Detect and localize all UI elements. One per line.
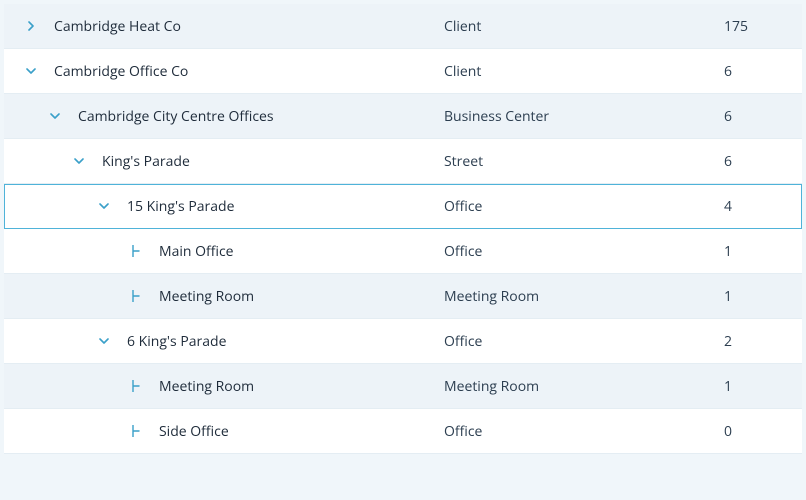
tree-row[interactable]: Meeting RoomMeeting Room1 bbox=[4, 364, 802, 409]
row-name: Cambridge Heat Co bbox=[54, 17, 181, 36]
row-name: Main Office bbox=[159, 242, 234, 261]
tree-cell-name: 15 King's Parade bbox=[4, 197, 444, 216]
row-type: Office bbox=[444, 197, 724, 216]
tree-cell-name: 6 King's Parade bbox=[4, 332, 444, 351]
row-count: 6 bbox=[724, 62, 802, 81]
row-type: Business Center bbox=[444, 107, 724, 126]
tree-row[interactable]: Cambridge Office Co Client6 bbox=[4, 49, 802, 94]
tree-row[interactable]: Main Office Office1 bbox=[4, 229, 802, 274]
tree-row[interactable]: Meeting RoomMeeting Room1 bbox=[4, 274, 802, 319]
chevron-down-icon[interactable] bbox=[97, 334, 111, 348]
chevron-down-icon[interactable] bbox=[72, 154, 86, 168]
row-name: Cambridge City Centre Offices bbox=[78, 107, 274, 126]
row-type: Meeting Room bbox=[444, 287, 724, 306]
tree-row[interactable]: 6 King's Parade Office2 bbox=[4, 319, 802, 364]
row-type: Office bbox=[444, 422, 724, 441]
tree-cell-name: Main Office bbox=[4, 242, 444, 261]
row-count: 6 bbox=[724, 152, 802, 171]
row-name: 15 King's Parade bbox=[127, 197, 234, 216]
leaf-icon bbox=[129, 379, 143, 393]
chevron-down-icon[interactable] bbox=[48, 109, 62, 123]
row-count: 1 bbox=[724, 377, 802, 396]
row-type: Client bbox=[444, 17, 724, 36]
row-type: Office bbox=[444, 332, 724, 351]
row-count: 1 bbox=[724, 287, 802, 306]
tree-cell-name: Meeting Room bbox=[4, 377, 444, 396]
row-count: 2 bbox=[724, 332, 802, 351]
tree-cell-name: King's Parade bbox=[4, 152, 444, 171]
chevron-down-icon[interactable] bbox=[97, 199, 111, 213]
tree-row[interactable]: Cambridge City Centre Offices Business Ce… bbox=[4, 94, 802, 139]
tree-row[interactable]: Side Office Office0 bbox=[4, 409, 802, 454]
leaf-icon bbox=[129, 289, 143, 303]
chevron-right-icon[interactable] bbox=[24, 19, 38, 33]
leaf-icon bbox=[129, 244, 143, 258]
row-count: 1 bbox=[724, 242, 802, 261]
chevron-down-icon[interactable] bbox=[24, 64, 38, 78]
tree-cell-name: Side Office bbox=[4, 422, 444, 441]
row-type: Meeting Room bbox=[444, 377, 724, 396]
tree-cell-name: Cambridge City Centre Offices bbox=[4, 107, 444, 126]
row-name: Meeting Room bbox=[159, 377, 254, 396]
row-type: Office bbox=[444, 242, 724, 261]
row-count: 4 bbox=[724, 197, 802, 216]
tree-row[interactable]: 15 King's Parade Office4 bbox=[4, 184, 802, 229]
tree-row[interactable]: King's Parade Street6 bbox=[4, 139, 802, 184]
tree-table: Cambridge Heat CoClient175Cambridge Offi… bbox=[4, 4, 802, 454]
row-count: 175 bbox=[724, 17, 802, 36]
row-name: Side Office bbox=[159, 422, 229, 441]
row-count: 6 bbox=[724, 107, 802, 126]
row-type: Street bbox=[444, 152, 724, 171]
row-name: Meeting Room bbox=[159, 287, 254, 306]
tree-row[interactable]: Cambridge Heat Co Client175 bbox=[4, 4, 802, 49]
tree-cell-name: Cambridge Office Co bbox=[4, 62, 444, 81]
row-name: King's Parade bbox=[102, 152, 190, 171]
tree-cell-name: Meeting Room bbox=[4, 287, 444, 306]
row-count: 0 bbox=[724, 422, 802, 441]
tree-cell-name: Cambridge Heat Co bbox=[4, 17, 444, 36]
leaf-icon bbox=[129, 424, 143, 438]
row-name: Cambridge Office Co bbox=[54, 62, 188, 81]
row-type: Client bbox=[444, 62, 724, 81]
row-name: 6 King's Parade bbox=[127, 332, 226, 351]
